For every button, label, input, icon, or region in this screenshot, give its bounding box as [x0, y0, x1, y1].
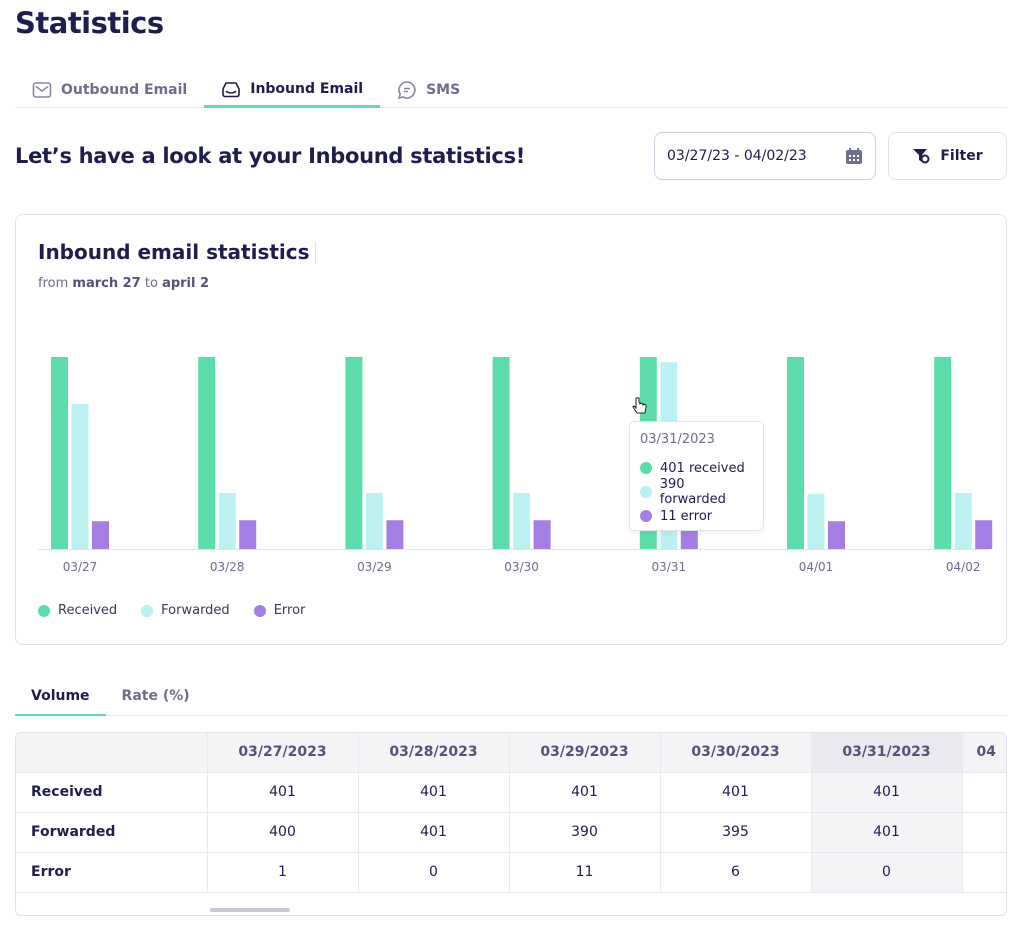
page-title: Statistics	[15, 6, 164, 40]
forwarded-bar[interactable]	[513, 492, 531, 549]
received-bar[interactable]	[787, 357, 804, 549]
table-cell	[962, 772, 1006, 813]
table-cell: 401	[811, 812, 963, 853]
table-cell: 6	[660, 852, 812, 893]
received-bar[interactable]	[198, 357, 216, 549]
error-bar[interactable]	[533, 520, 551, 549]
error-bar[interactable]	[386, 520, 404, 549]
legend-forwarded[interactable]: Forwarded	[141, 603, 230, 618]
table-cell: 390	[509, 812, 661, 853]
forwarded-bar[interactable]	[71, 403, 89, 549]
error-dot-icon	[253, 604, 266, 617]
date-range-picker[interactable]: 03/27/23 - 04/02/23	[654, 132, 876, 180]
forwarded-bar[interactable]	[218, 492, 236, 549]
stats-table: 03/27/2023 03/28/2023 03/29/2023 03/30/2…	[15, 732, 1007, 916]
received-bar[interactable]	[934, 357, 952, 549]
received-dot-icon	[640, 462, 652, 474]
row-label: Error	[16, 852, 208, 893]
table-cell	[962, 812, 1006, 853]
column-header: 03/29/2023	[509, 733, 661, 773]
x-tick-label: 04/01	[798, 560, 834, 574]
divider	[315, 242, 316, 264]
tab-outbound-email[interactable]: Outbound Email	[15, 72, 204, 107]
forwarded-bar[interactable]	[954, 492, 972, 549]
table-cell: 401	[509, 772, 661, 813]
date-range-value: 03/27/23 - 04/02/23	[667, 148, 807, 164]
x-tick-label: 04/02	[945, 560, 981, 574]
chart-title: Inbound email statistics	[38, 240, 310, 264]
column-header: 04	[962, 733, 1006, 773]
chat-bubble-icon	[397, 80, 416, 99]
error-bar[interactable]	[239, 520, 257, 549]
x-tick-label: 03/27	[62, 560, 98, 574]
x-tick-label: 03/31	[651, 560, 687, 574]
section-heading: Let’s have a look at your Inbound statis…	[15, 144, 526, 168]
table-row: Received 401 401 401 401 401	[16, 772, 1006, 813]
forwarded-bar[interactable]	[365, 492, 383, 549]
table-cell: 0	[811, 852, 963, 893]
table-cell	[962, 852, 1006, 893]
forwarded-dot-icon	[640, 486, 652, 498]
tab-inbound-email[interactable]: Inbound Email	[204, 72, 381, 108]
table-row: Forwarded 400 401 390 395 401	[16, 812, 1006, 853]
horizontal-scrollbar[interactable]	[210, 908, 290, 912]
legend-error[interactable]: Error	[253, 603, 305, 618]
table-cell: 401	[207, 772, 359, 813]
filter-icon	[913, 149, 930, 164]
forwarded-bar[interactable]	[807, 493, 825, 549]
table-cell: 400	[207, 812, 359, 853]
x-tick-label: 03/30	[504, 560, 539, 574]
column-header: 03/30/2023	[660, 733, 812, 773]
error-bar[interactable]	[92, 521, 109, 549]
received-bar[interactable]	[492, 357, 510, 549]
row-label: Received	[16, 772, 208, 813]
x-tick-label: 03/28	[209, 560, 245, 574]
bar-chart	[38, 357, 993, 550]
column-header: 03/28/2023	[358, 733, 510, 773]
column-header: 03/31/2023	[811, 733, 963, 773]
table-cell: 395	[660, 812, 812, 853]
legend-received[interactable]: Received	[38, 603, 117, 618]
tab-volume[interactable]: Volume	[15, 680, 106, 716]
chart-tooltip: 03/31/2023 401 received 390 forwarded 11…	[629, 421, 764, 531]
tab-sms[interactable]: SMS	[380, 72, 477, 107]
filter-button[interactable]: Filter	[888, 132, 1007, 180]
received-dot-icon	[38, 604, 50, 617]
error-bar[interactable]	[975, 520, 993, 549]
chart-legend: Received Forwarded Error	[38, 603, 305, 618]
table-cell: 0	[358, 852, 510, 893]
received-bar[interactable]	[345, 357, 363, 549]
hand-cursor-icon	[632, 397, 647, 414]
envelope-icon	[32, 81, 52, 98]
metric-tabs: Volume Rate (%)	[15, 680, 1007, 716]
table-cell: 401	[358, 812, 510, 853]
table-cell: 401	[811, 772, 963, 813]
column-header: 03/27/2023	[207, 733, 359, 773]
table-header-row: 03/27/2023 03/28/2023 03/29/2023 03/30/2…	[16, 733, 1006, 773]
x-tick-label: 03/29	[357, 560, 392, 574]
tab-rate[interactable]: Rate (%)	[106, 680, 206, 715]
error-dot-icon	[640, 510, 652, 522]
channel-tabs: Outbound Email Inbound Email SMS	[15, 72, 1007, 108]
table-cell: 401	[660, 772, 812, 813]
calendar-icon[interactable]	[845, 147, 863, 165]
inbox-icon	[222, 81, 241, 97]
table-cell: 1	[207, 852, 359, 893]
table-cell: 11	[509, 852, 661, 893]
table-cell: 401	[358, 772, 510, 813]
error-bar[interactable]	[828, 521, 845, 549]
received-bar[interactable]	[51, 357, 68, 549]
chart-subtitle: from march 27 to april 2	[38, 276, 210, 291]
forwarded-dot-icon	[141, 604, 154, 617]
table-row: Error 1 0 11 6 0	[16, 852, 1006, 893]
row-label: Forwarded	[16, 812, 208, 853]
